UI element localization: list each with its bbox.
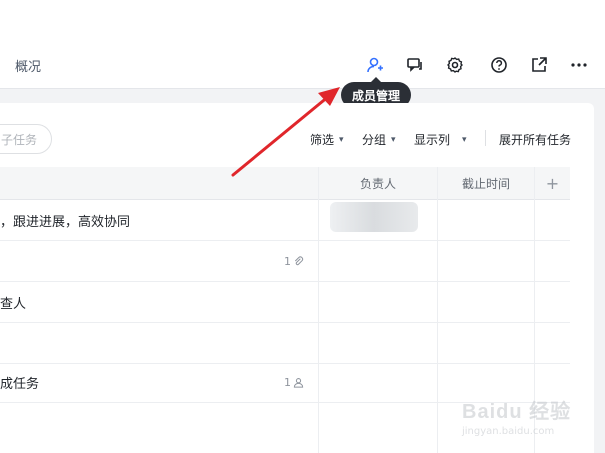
attachment-count-value: 1: [284, 254, 291, 268]
expand-all-button[interactable]: 展开所有任务: [499, 131, 571, 148]
task-title[interactable]: 成任务: [0, 362, 39, 402]
open-external-icon[interactable]: [528, 54, 550, 76]
watermark-subtitle: jingyan.baidu.com: [462, 426, 555, 437]
toolbar-divider: [485, 130, 486, 146]
group-button[interactable]: 分组 ▾: [362, 131, 396, 148]
chevron-down-icon: ▾: [462, 134, 467, 145]
display-columns-button[interactable]: 显示列 ▾: [414, 131, 467, 148]
watermark-title: Baidu 经验: [462, 401, 572, 423]
subtask-count: 1: [284, 362, 304, 402]
group-label: 分组: [362, 133, 387, 147]
chevron-down-icon: ▾: [391, 134, 396, 145]
task-title[interactable]: 查人: [0, 282, 26, 322]
filter-label: 筛选: [310, 133, 335, 147]
comment-icon[interactable]: [404, 54, 426, 76]
subtask-count-value: 1: [284, 375, 291, 389]
chevron-down-icon: ▾: [339, 134, 344, 145]
column-header-assignee[interactable]: 负责人: [319, 167, 437, 199]
member-manage-icon[interactable]: [364, 54, 386, 76]
top-bar: 概况: [0, 0, 605, 89]
table-row[interactable]: [0, 323, 570, 364]
attachment-icon: [294, 255, 304, 265]
attachment-count: 1: [284, 241, 304, 281]
more-icon[interactable]: [568, 54, 590, 76]
table-row[interactable]: 查人: [0, 282, 570, 323]
gear-icon[interactable]: [444, 54, 466, 76]
table-row[interactable]: 1: [0, 241, 570, 282]
help-icon[interactable]: [488, 54, 510, 76]
watermark: Baidu 经验 jingyan.baidu.com: [462, 395, 602, 445]
avatar: [330, 202, 418, 232]
task-title[interactable]: ，跟进进展，高效协同: [0, 200, 130, 240]
column-header-due-date[interactable]: 截止时间: [438, 167, 534, 199]
table-header: 负责人 截止时间 +: [0, 167, 570, 200]
display-columns-label: 显示列: [414, 133, 451, 147]
add-column-icon[interactable]: +: [535, 167, 570, 199]
add-subtask-button[interactable]: 子任务: [0, 124, 52, 154]
table-row[interactable]: ，跟进进展，高效协同: [0, 200, 570, 241]
tab-overview[interactable]: 概况: [15, 56, 41, 75]
member-icon: [293, 377, 304, 388]
filter-button[interactable]: 筛选 ▾: [310, 131, 344, 148]
